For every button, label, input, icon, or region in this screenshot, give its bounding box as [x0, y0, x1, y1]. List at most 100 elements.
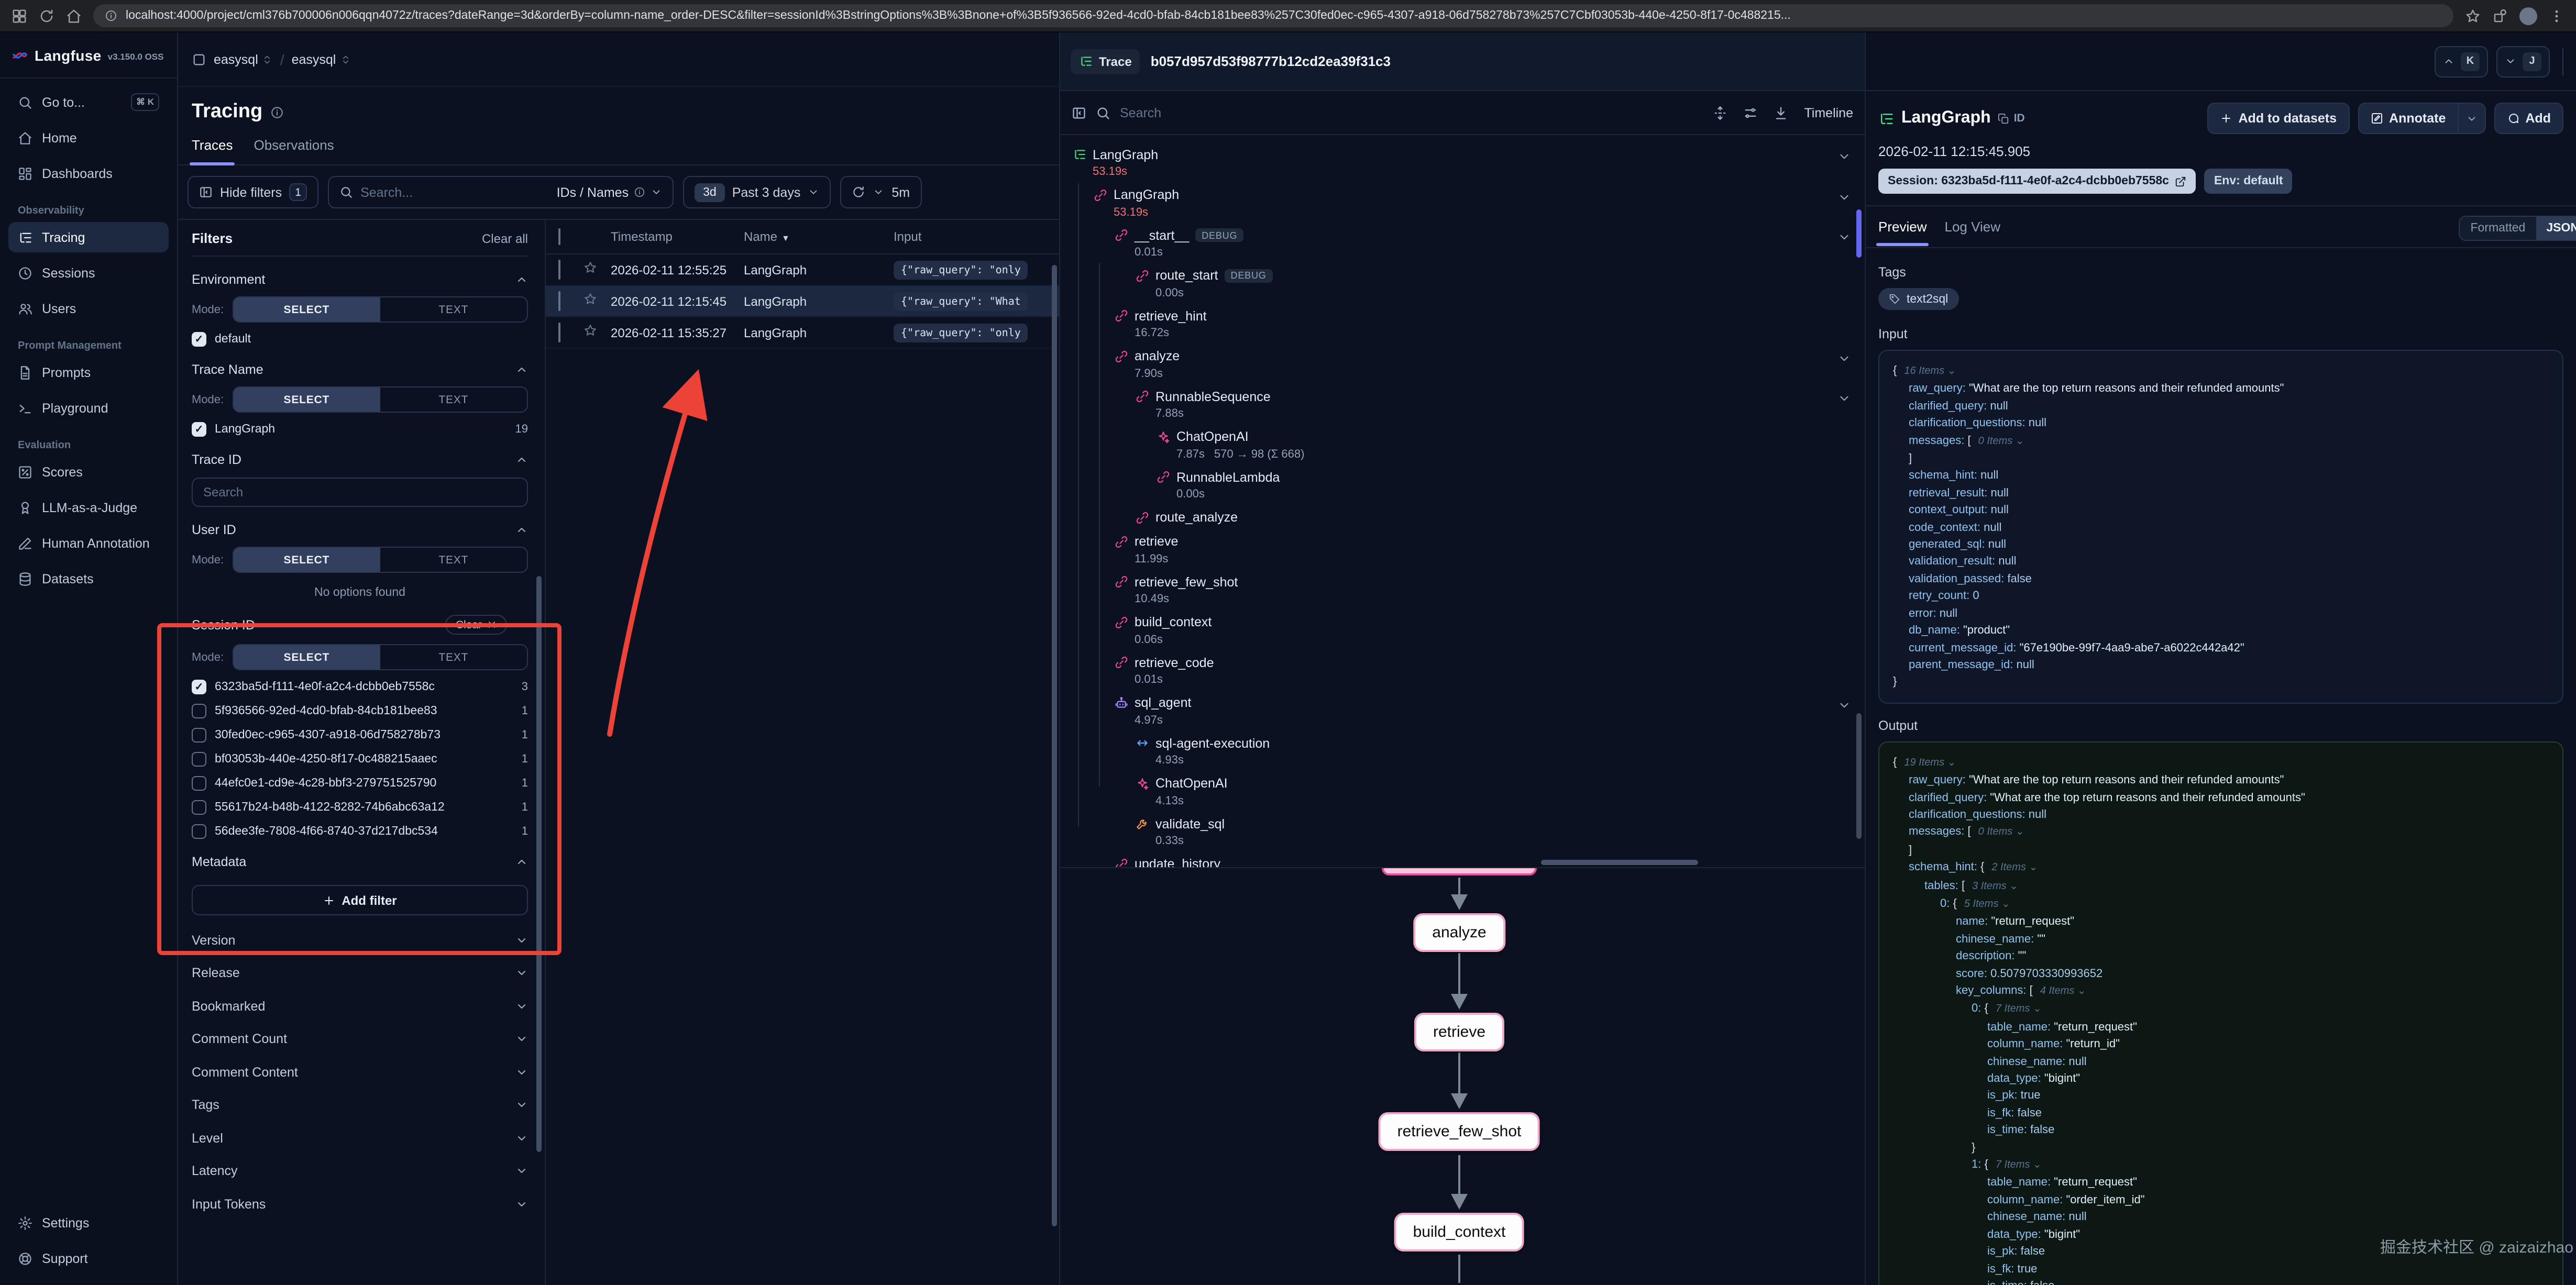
- trace-tree-row[interactable]: build_context 0.06s: [1060, 610, 1865, 650]
- chevron-down-icon[interactable]: [1837, 230, 1851, 244]
- info-icon[interactable]: [105, 9, 117, 22]
- sidebar-item[interactable]: Datasets: [8, 563, 169, 594]
- mode-text[interactable]: TEXT: [380, 297, 527, 322]
- session-id-option[interactable]: 44efc0e1-cd9e-4c28-bbf3-279751525790 1: [192, 776, 528, 791]
- tree-search-input[interactable]: Search: [1120, 105, 1161, 120]
- annotate-dropdown-button[interactable]: [2458, 103, 2485, 134]
- filter-option[interactable]: default: [192, 332, 528, 347]
- trace-tree-row[interactable]: sql-agent-execution 4.93s: [1060, 731, 1865, 771]
- checkbox[interactable]: [192, 800, 206, 815]
- star-icon[interactable]: [584, 292, 597, 305]
- sidebar-item[interactable]: Dashboards: [8, 158, 169, 189]
- filter-section-collapsed[interactable]: Latency: [192, 1155, 528, 1188]
- trace-tree-row[interactable]: route_start DEBUG 0.00s: [1060, 263, 1865, 304]
- sidebar-item[interactable]: Prompts: [8, 357, 169, 387]
- refresh-icon[interactable]: [39, 8, 54, 24]
- collapse-toggle[interactable]: 16 Items: [1904, 365, 1956, 377]
- trace-tree-row[interactable]: retrieve 11.99s: [1060, 529, 1865, 570]
- chevron-up-icon[interactable]: [515, 524, 528, 536]
- chevron-up-icon[interactable]: [515, 363, 528, 376]
- mode-select[interactable]: SELECT: [233, 297, 380, 322]
- mode-text[interactable]: TEXT: [380, 387, 527, 412]
- collapse-toggle[interactable]: 0 Items: [1978, 435, 2024, 447]
- download-icon[interactable]: [1774, 105, 1788, 120]
- trace-tree-row[interactable]: __start__ DEBUG 0.01s: [1060, 223, 1865, 263]
- sidebar-item[interactable]: Support: [8, 1243, 169, 1273]
- avatar[interactable]: [2519, 7, 2537, 25]
- home-icon[interactable]: [66, 8, 82, 24]
- mode-text[interactable]: TEXT: [380, 548, 527, 572]
- trace-tree-row[interactable]: retrieve_hint 16.72s: [1060, 304, 1865, 344]
- checkbox[interactable]: [192, 704, 206, 718]
- filter-section-collapsed[interactable]: Tags: [192, 1089, 528, 1122]
- chevron-up-icon[interactable]: [515, 453, 528, 466]
- trace-tree-row[interactable]: ChatOpenAI 7.87s 570 → 98 (Σ 668): [1060, 425, 1865, 465]
- tab[interactable]: Log View: [1945, 218, 2001, 245]
- filter-section-collapsed[interactable]: Comment Content: [192, 1056, 528, 1089]
- clear-all-button[interactable]: Clear all: [482, 231, 528, 246]
- trace-tree-row[interactable]: sql_agent 4.97s: [1060, 691, 1865, 731]
- checkbox[interactable]: [192, 776, 206, 791]
- copy-id-button[interactable]: ID: [1998, 112, 2025, 125]
- tab[interactable]: Preview: [1878, 218, 1927, 245]
- panel-left-icon[interactable]: [1072, 105, 1086, 120]
- star-icon[interactable]: [584, 260, 597, 274]
- trace-tree-row[interactable]: RunnableSequence 7.88s: [1060, 384, 1865, 425]
- mode-select[interactable]: SELECT: [233, 387, 380, 412]
- sidebar-item[interactable]: Sessions: [8, 258, 169, 288]
- tag-pill[interactable]: text2sql: [1878, 288, 1958, 310]
- session-id-option[interactable]: bf03053b-440e-4250-8f17-0c488215aaec 1: [192, 752, 528, 767]
- sidebar-item[interactable]: Human Annotation: [8, 528, 169, 558]
- formatted-toggle[interactable]: Formatted: [2460, 217, 2536, 240]
- nav-down-button[interactable]: J: [2496, 46, 2550, 77]
- checkbox[interactable]: [192, 422, 206, 437]
- graph-node-partial[interactable]: [1382, 867, 1537, 876]
- sidebar-item[interactable]: Tracing: [8, 222, 169, 252]
- menu-dots-icon[interactable]: [2549, 8, 2564, 24]
- collapse-toggle[interactable]: 0 Items: [1978, 827, 2024, 838]
- filter-section-collapsed[interactable]: Level: [192, 1122, 528, 1155]
- add-filter-button[interactable]: Add filter: [192, 885, 528, 915]
- org-switcher[interactable]: easysql: [214, 52, 273, 67]
- select-all-checkbox[interactable]: [558, 228, 560, 245]
- trace-tree-row[interactable]: validate_sql 0.33s: [1060, 812, 1865, 852]
- checkbox[interactable]: [192, 332, 206, 347]
- sidebar-item[interactable]: Playground: [8, 393, 169, 423]
- row-checkbox[interactable]: [558, 259, 560, 279]
- tree-scrollbar-indicator[interactable]: [1856, 209, 1862, 258]
- trace-tree-row[interactable]: LangGraph 53.19s: [1060, 183, 1865, 223]
- tab[interactable]: Traces: [192, 137, 233, 164]
- session-id-option[interactable]: 55617b24-b48b-4122-8282-74b6abc63a12 1: [192, 800, 528, 815]
- timeline-toggle[interactable]: Timeline: [1804, 105, 1853, 120]
- tab[interactable]: Observations: [254, 137, 334, 164]
- mode-select[interactable]: SELECT: [233, 645, 380, 669]
- table-row[interactable]: 2026-02-11 15:35:27 LangGraph {"raw_quer…: [546, 317, 1059, 349]
- hide-filters-button[interactable]: Hide filters 1: [188, 176, 318, 208]
- url-bar[interactable]: localhost:4000/project/cml376b700006n006…: [93, 4, 2453, 27]
- table-row[interactable]: 2026-02-11 12:55:25 LangGraph {"raw_quer…: [546, 254, 1059, 286]
- trace-id-search-input[interactable]: [192, 478, 528, 507]
- json-toggle[interactable]: JSON: [2536, 217, 2576, 240]
- trace-tree-row[interactable]: retrieve_code 0.01s: [1060, 650, 1865, 691]
- date-range-picker[interactable]: 3d Past 3 days: [683, 176, 831, 208]
- graph-node[interactable]: analyze: [1413, 913, 1505, 952]
- session-id-option[interactable]: 5f936566-92ed-4cd0-bfab-84cb181bee83 1: [192, 704, 528, 718]
- trace-tree-row[interactable]: analyze 7.90s: [1060, 344, 1865, 384]
- filter-section-collapsed[interactable]: Bookmarked: [192, 990, 528, 1023]
- table-row[interactable]: 2026-02-11 12:15:45 LangGraph {"raw_quer…: [546, 286, 1059, 317]
- column-timestamp[interactable]: Timestamp: [611, 229, 744, 244]
- session-id-option[interactable]: 56dee3fe-7808-4f66-8740-37d217dbc534 1: [192, 824, 528, 839]
- sidebar-item[interactable]: Prompt Management: [8, 329, 169, 355]
- graph-node[interactable]: retrieve: [1414, 1013, 1504, 1051]
- clear-session-filter-button[interactable]: Clear: [445, 615, 507, 635]
- extensions-icon[interactable]: [2492, 8, 2508, 24]
- collapse-toggle[interactable]: 7 Items: [1996, 1004, 2042, 1015]
- tree-scrollbar[interactable]: [1856, 713, 1862, 839]
- annotate-button[interactable]: Annotate: [2358, 103, 2458, 134]
- chevron-up-icon[interactable]: [515, 856, 528, 868]
- sidebar-item[interactable]: Observability: [8, 194, 169, 220]
- graph-node[interactable]: retrieve_few_shot: [1379, 1112, 1540, 1151]
- row-checkbox[interactable]: [558, 322, 560, 342]
- sidebar-item[interactable]: Evaluation: [8, 428, 169, 455]
- session-id-option[interactable]: 30fed0ec-c965-4307-a918-06d758278b73 1: [192, 728, 528, 743]
